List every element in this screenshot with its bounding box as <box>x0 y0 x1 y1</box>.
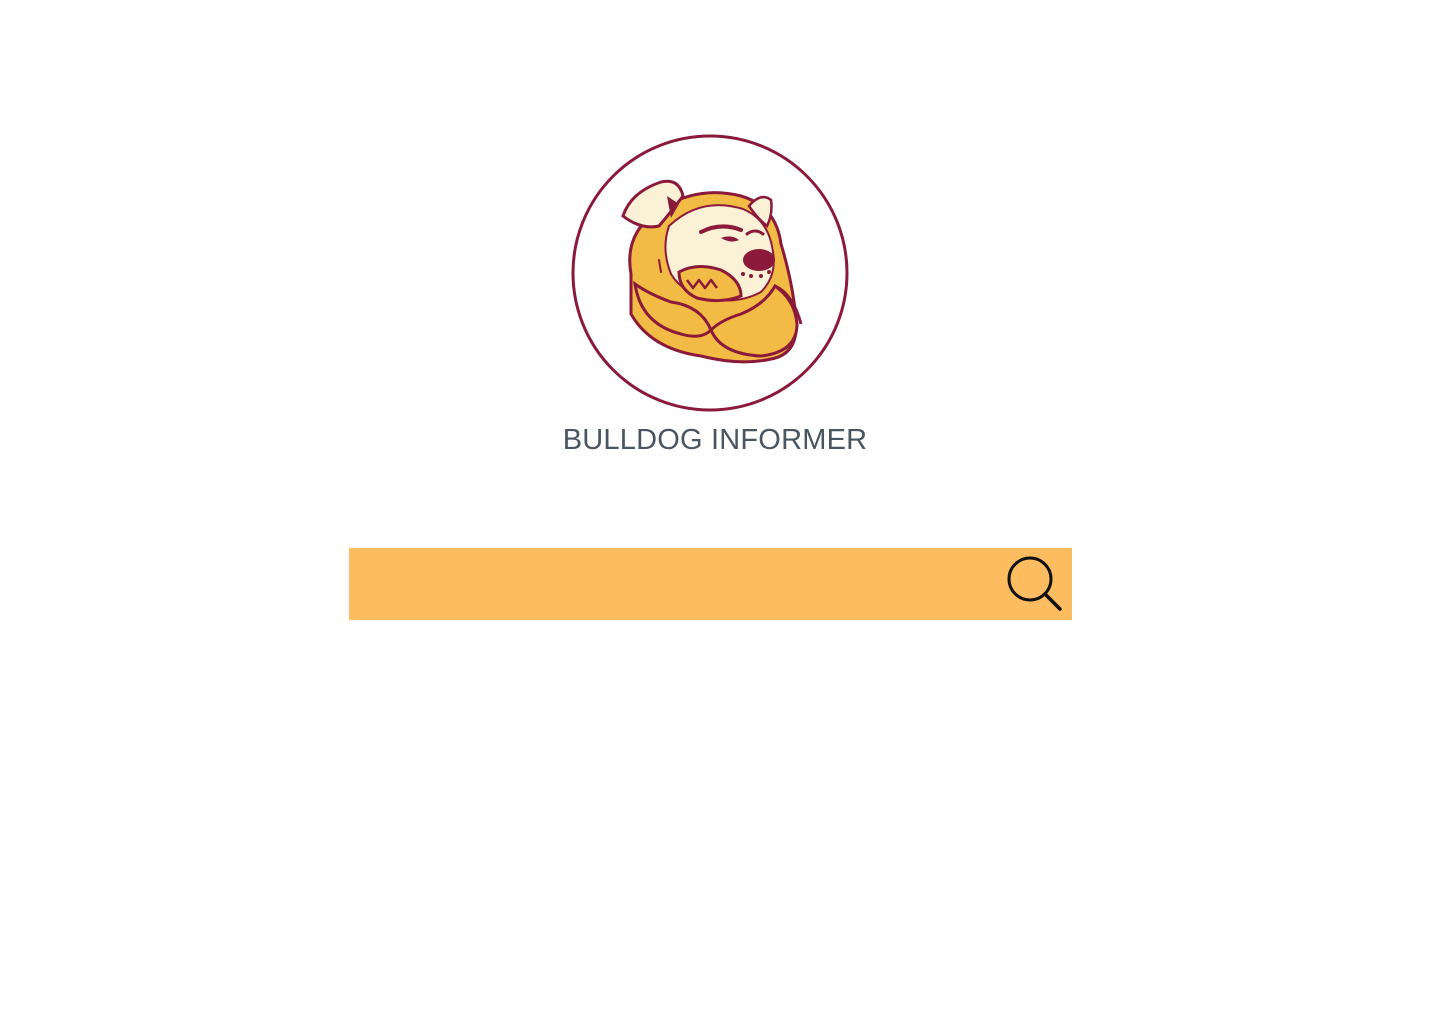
bulldog-logo[interactable] <box>571 134 849 412</box>
search-button[interactable] <box>1000 548 1072 620</box>
bulldog-mascot-icon <box>571 134 849 412</box>
page: BULLDOG INFORMER <box>0 0 1440 1024</box>
search-bar <box>349 548 1072 620</box>
search-input[interactable] <box>349 548 999 620</box>
search-icon <box>1007 556 1062 611</box>
site-title: BULLDOG INFORMER <box>562 424 868 456</box>
